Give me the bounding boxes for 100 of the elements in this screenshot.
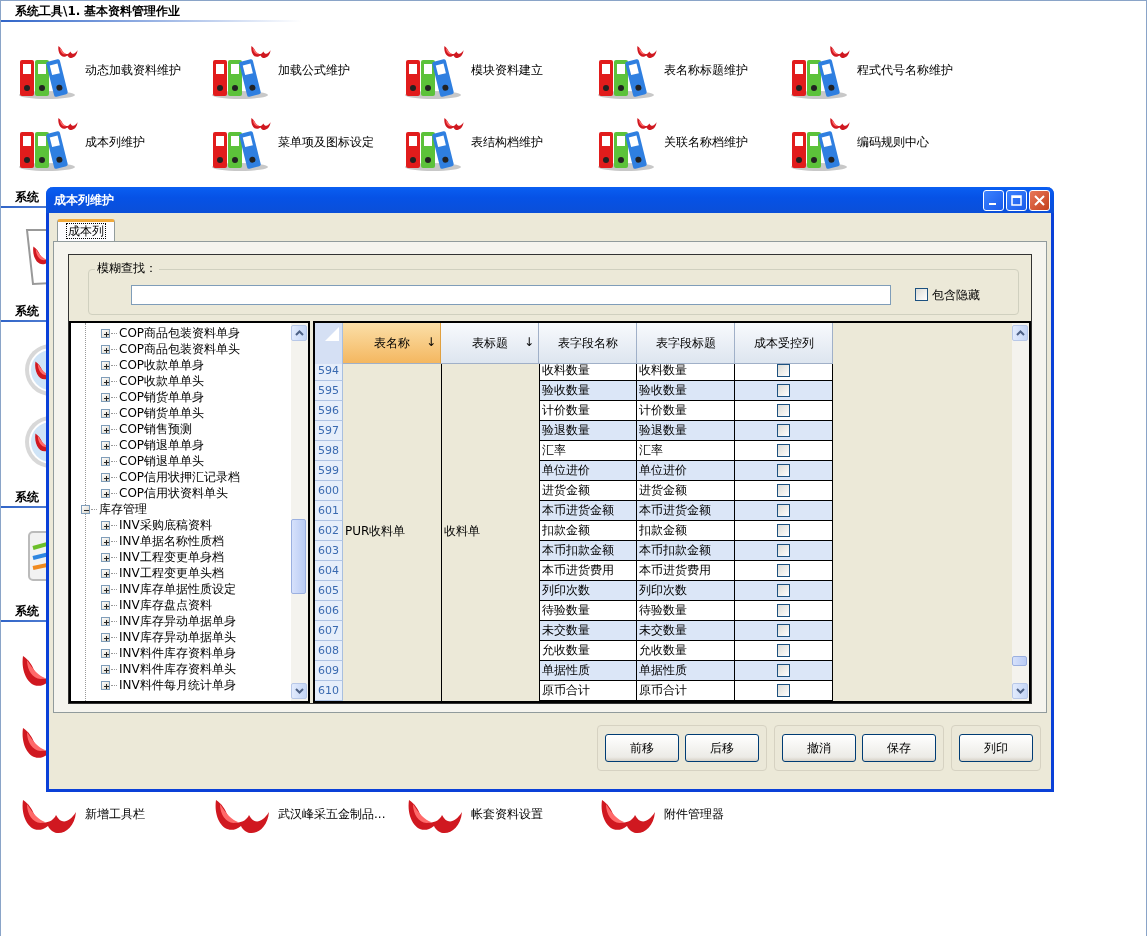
checkbox[interactable] bbox=[777, 424, 790, 437]
maximize-button[interactable] bbox=[1006, 189, 1027, 211]
action-button[interactable]: 后移 bbox=[685, 734, 759, 762]
expand-icon[interactable] bbox=[101, 632, 110, 642]
action-button[interactable]: 保存 bbox=[862, 734, 936, 762]
tree-item[interactable]: INV料件库存资料单身 bbox=[119, 645, 236, 661]
column-header[interactable]: 表标题 ↓ bbox=[441, 323, 539, 364]
scrollbar[interactable] bbox=[1012, 323, 1029, 701]
tree-item[interactable]: INV库存异动单据单头 bbox=[119, 629, 236, 645]
minimize-button[interactable] bbox=[983, 189, 1004, 211]
checkbox[interactable] bbox=[777, 504, 790, 517]
checkbox[interactable] bbox=[777, 664, 790, 677]
checkbox[interactable] bbox=[777, 464, 790, 477]
checkbox[interactable] bbox=[777, 484, 790, 497]
expand-icon[interactable] bbox=[101, 584, 110, 594]
tree-item[interactable]: COP收款单单身 bbox=[119, 357, 205, 373]
tree-item[interactable]: COP销售预测 bbox=[119, 421, 193, 437]
expand-icon[interactable] bbox=[101, 568, 110, 578]
shortcut-label[interactable]: 武汉峰采五金制品... bbox=[278, 806, 386, 822]
action-button[interactable]: 前移 bbox=[605, 734, 679, 762]
expand-icon[interactable] bbox=[101, 424, 110, 434]
expand-icon[interactable] bbox=[101, 328, 110, 338]
expand-icon[interactable] bbox=[101, 392, 110, 402]
column-header[interactable]: 成本受控列 bbox=[735, 323, 833, 364]
scroll-thumb[interactable] bbox=[1012, 655, 1027, 666]
checkbox[interactable] bbox=[777, 544, 790, 557]
expand-icon[interactable] bbox=[101, 616, 110, 626]
table-cell: 单位进价 bbox=[540, 461, 637, 481]
action-button[interactable]: 撤消 bbox=[782, 734, 856, 762]
shortcut-label[interactable]: 成本列维护 bbox=[85, 134, 145, 150]
expand-icon[interactable] bbox=[101, 408, 110, 418]
shortcut-label[interactable]: 附件管理器 bbox=[664, 806, 724, 822]
tree-item[interactable]: INV工程变更单身档 bbox=[119, 549, 224, 565]
expand-icon[interactable] bbox=[101, 488, 110, 498]
checkbox[interactable] bbox=[777, 444, 790, 457]
expand-icon[interactable] bbox=[101, 344, 110, 354]
checkbox[interactable] bbox=[777, 564, 790, 577]
checkbox[interactable] bbox=[777, 604, 790, 617]
scrollbar[interactable] bbox=[291, 323, 308, 701]
tree-item[interactable]: COP销货单单身 bbox=[119, 389, 205, 405]
tree-item[interactable]: COP信用状押汇记录档 bbox=[119, 469, 241, 485]
shortcut-label[interactable]: 帐套资料设置 bbox=[471, 806, 543, 822]
shortcut-label[interactable]: 编码规则中心 bbox=[857, 134, 929, 150]
scroll-up-icon[interactable] bbox=[1015, 330, 1025, 336]
scroll-thumb[interactable] bbox=[291, 518, 306, 594]
scroll-down-icon[interactable] bbox=[1015, 688, 1025, 694]
shortcut-label[interactable]: 程式代号名称维护 bbox=[857, 62, 953, 78]
tree-item[interactable]: INV料件库存资料单头 bbox=[119, 661, 236, 677]
expand-icon[interactable] bbox=[101, 600, 110, 610]
shortcut-label[interactable]: 菜单项及图标设定 bbox=[278, 134, 374, 150]
close-button[interactable] bbox=[1029, 189, 1050, 211]
expand-icon[interactable] bbox=[101, 472, 110, 482]
shortcut-label[interactable]: 动态加载资料维护 bbox=[85, 62, 181, 78]
tree-item[interactable]: COP商品包装资料单身 bbox=[119, 325, 241, 341]
table-cell: 本币扣款金额 bbox=[540, 541, 637, 561]
tree-item[interactable]: INV库存单据性质设定 bbox=[119, 581, 236, 597]
column-header[interactable]: 表字段标题 bbox=[637, 323, 735, 364]
expand-icon[interactable] bbox=[101, 376, 110, 386]
shortcut-label[interactable]: 新增工具栏 bbox=[85, 806, 145, 822]
checkbox-label[interactable]: 包含隐藏 bbox=[932, 287, 980, 303]
checkbox[interactable] bbox=[777, 624, 790, 637]
checkbox[interactable] bbox=[777, 524, 790, 537]
expand-icon[interactable] bbox=[101, 456, 110, 466]
scroll-up-icon[interactable] bbox=[294, 330, 304, 336]
column-header[interactable]: 表字段名称 bbox=[539, 323, 637, 364]
expand-icon[interactable] bbox=[101, 552, 110, 562]
tree-item[interactable]: INV单据名称性质档 bbox=[119, 533, 224, 549]
tree-item[interactable]: INV采购底稿资料 bbox=[119, 517, 212, 533]
checkbox[interactable] bbox=[915, 288, 928, 302]
expand-icon[interactable] bbox=[101, 664, 110, 674]
expand-icon[interactable] bbox=[101, 360, 110, 370]
expand-icon[interactable] bbox=[101, 536, 110, 546]
expand-icon[interactable] bbox=[101, 680, 110, 690]
checkbox[interactable] bbox=[777, 364, 790, 377]
expand-icon[interactable] bbox=[101, 648, 110, 658]
shortcut-label[interactable]: 表结构档维护 bbox=[471, 134, 543, 150]
tree-item[interactable]: COP销退单单头 bbox=[119, 453, 205, 469]
tree-item[interactable]: COP销退单单身 bbox=[119, 437, 205, 453]
tab[interactable]: 成本列 bbox=[57, 219, 115, 241]
tree-item[interactable]: COP收款单单头 bbox=[119, 373, 205, 389]
checkbox[interactable] bbox=[777, 644, 790, 657]
expand-icon[interactable] bbox=[101, 520, 110, 530]
search-field[interactable] bbox=[131, 285, 891, 305]
shortcut-label[interactable]: 关联名称档维护 bbox=[664, 134, 748, 150]
shortcut-label[interactable]: 加载公式维护 bbox=[278, 62, 350, 78]
collapse-icon[interactable] bbox=[81, 504, 90, 514]
action-button[interactable]: 列印 bbox=[959, 734, 1033, 762]
tree-item[interactable]: INV料件每月统计单身 bbox=[119, 677, 236, 693]
checkbox[interactable] bbox=[777, 584, 790, 597]
tree-item[interactable]: COP销货单单头 bbox=[119, 405, 205, 421]
column-header[interactable]: 表名称 ↓ bbox=[343, 323, 441, 364]
scroll-down-icon[interactable] bbox=[294, 688, 304, 694]
tree-item[interactable]: COP商品包装资料单头 bbox=[119, 341, 241, 357]
shortcut-label[interactable]: 模块资料建立 bbox=[471, 62, 543, 78]
checkbox[interactable] bbox=[777, 684, 790, 697]
expand-icon[interactable] bbox=[101, 440, 110, 450]
checkbox[interactable] bbox=[777, 404, 790, 417]
tree-item[interactable]: INV工程变更单头档 bbox=[119, 565, 224, 581]
shortcut-label[interactable]: 表名称标题维护 bbox=[664, 62, 748, 78]
checkbox[interactable] bbox=[777, 384, 790, 397]
